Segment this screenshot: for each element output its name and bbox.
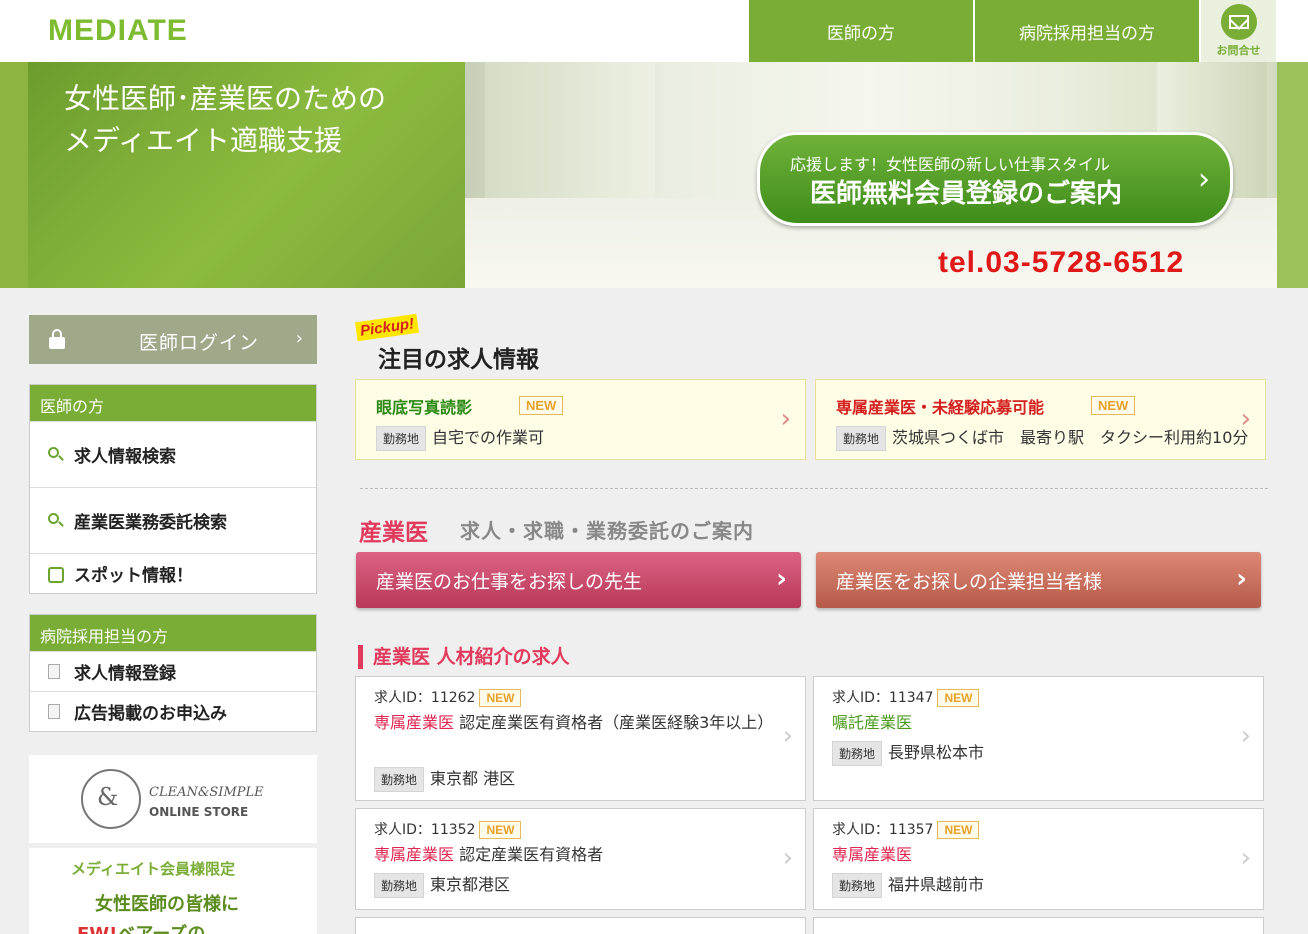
lock-icon [49, 329, 65, 349]
members-promo-banner[interactable]: メディエイト会員様限定 女性医師の皆様に EW!ベアーズの [29, 848, 317, 934]
location-tag: 勤務地 [836, 426, 887, 451]
sangyo-title: 産業医 [359, 520, 428, 546]
menu-job-register[interactable]: 求人情報登録 [30, 651, 316, 691]
jobs-heading: 産業医 人材紹介の求人 [358, 645, 570, 669]
nav-doctor[interactable]: 医師の方 [749, 0, 973, 62]
hero-line1: 女性医師･産業医のための [64, 82, 387, 115]
location-tag: 勤務地 [374, 767, 425, 792]
new-badge: NEW [937, 821, 980, 839]
new-badge: NEW [1091, 396, 1136, 415]
chevron-right-icon: › [782, 721, 793, 751]
hospital-menu-heading: 病院採用担当の方 [30, 615, 316, 651]
online-store-banner[interactable]: & CLEAN&SIMPLE ONLINE STORE [29, 755, 317, 843]
chevron-right-icon: › [780, 404, 791, 434]
mail-icon [1220, 4, 1257, 40]
document-icon [48, 664, 60, 679]
hero-line2: メディエイト適職支援 [64, 124, 343, 157]
chevron-right-icon: › [295, 328, 303, 349]
new-badge: NEW [479, 821, 522, 839]
doctor-menu: 医師の方 求人情報検索 産業医業務委託検索 スポット情報！ [29, 384, 317, 594]
search-icon [48, 513, 64, 529]
hero-headline: 女性医師･産業医のための メディエイト適職支援 [64, 78, 386, 162]
divider [360, 488, 1268, 489]
job-card[interactable] [813, 917, 1264, 934]
login-label: 医師ログイン [139, 332, 260, 354]
menu-job-search[interactable]: 求人情報検索 [30, 421, 316, 487]
sangyo-subtitle: 求人・求職・業務委託のご案内 [460, 519, 754, 543]
menu-ad-apply[interactable]: 広告掲載のお申込み [30, 691, 316, 731]
find-doctor-button[interactable]: 産業医をお探しの企業担当者様 › [816, 552, 1261, 608]
cta-subtext: 応援します！女性医師の新しい仕事スタイル [790, 155, 1111, 174]
menu-outsource-search[interactable]: 産業医業務委託検索 [30, 487, 316, 553]
cta-maintext: 医師無料会員登録のご案内 [810, 179, 1123, 209]
location-tag: 勤務地 [832, 741, 883, 766]
chevron-right-icon: › [1236, 564, 1247, 594]
hospital-menu: 病院採用担当の方 求人情報登録 広告掲載のお申込み [29, 614, 317, 732]
menu-spot-info[interactable]: スポット情報！ [30, 553, 316, 593]
new-badge: NEW [519, 396, 564, 415]
job-card[interactable]: 求人ID：11347 NEW 嘱託産業医 勤務地 長野県松本市 › [813, 676, 1264, 801]
calendar-icon [48, 567, 64, 583]
chevron-right-icon: › [1198, 162, 1210, 197]
site-header: MEDIATE 医師の方 病院採用担当の方 お問合せ [0, 0, 1308, 62]
nav-contact-label: お問合せ [1216, 44, 1261, 57]
job-card[interactable]: 求人ID：11352 NEW 専属産業医 認定産業医有資格者 勤務地 東京都港区 › [355, 808, 806, 910]
new-badge: NEW [479, 689, 522, 707]
phone-number[interactable]: tel.03-5728-6512 [938, 246, 1184, 280]
document-icon [48, 704, 60, 719]
chevron-right-icon: › [782, 843, 793, 873]
chevron-right-icon: › [1240, 721, 1251, 751]
pickup-title: 注目の求人情報 [378, 347, 539, 373]
find-work-button[interactable]: 産業医のお仕事をお探しの先生 › [356, 552, 801, 608]
search-icon [48, 447, 64, 463]
job-card[interactable]: 求人ID：11357 NEW 専属産業医 勤務地 福井県越前市 › [813, 808, 1264, 910]
mediate-logo[interactable]: MEDIATE [48, 14, 188, 48]
doctor-menu-heading: 医師の方 [30, 385, 316, 421]
location-tag: 勤務地 [832, 873, 883, 898]
nav-contact[interactable]: お問合せ [1201, 0, 1276, 62]
chevron-right-icon: › [1240, 404, 1251, 434]
location-tag: 勤務地 [376, 426, 427, 451]
location-tag: 勤務地 [374, 873, 425, 898]
chevron-right-icon: › [1240, 843, 1251, 873]
new-badge: NEW [937, 689, 980, 707]
chevron-right-icon: › [776, 564, 787, 594]
job-card[interactable] [355, 917, 806, 934]
featured-job-card[interactable]: 眼底写真読影 NEW 勤務地 自宅での作業可 › [355, 379, 806, 460]
register-cta-button[interactable]: 応援します！女性医師の新しい仕事スタイル 医師無料会員登録のご案内 › [757, 132, 1233, 226]
doctor-login-button[interactable]: 医師ログイン › [29, 315, 317, 364]
featured-job-card[interactable]: 専属産業医・未経験応募可能 NEW 勤務地 茨城県つくば市 最寄り駅 タクシー利用… [815, 379, 1266, 460]
job-card[interactable]: 求人ID：11262 NEW 専属産業医 認定産業医有資格者（産業医経験3年以上）… [355, 676, 806, 801]
store-logo: & [81, 769, 141, 829]
nav-hospital[interactable]: 病院採用担当の方 [975, 0, 1199, 62]
